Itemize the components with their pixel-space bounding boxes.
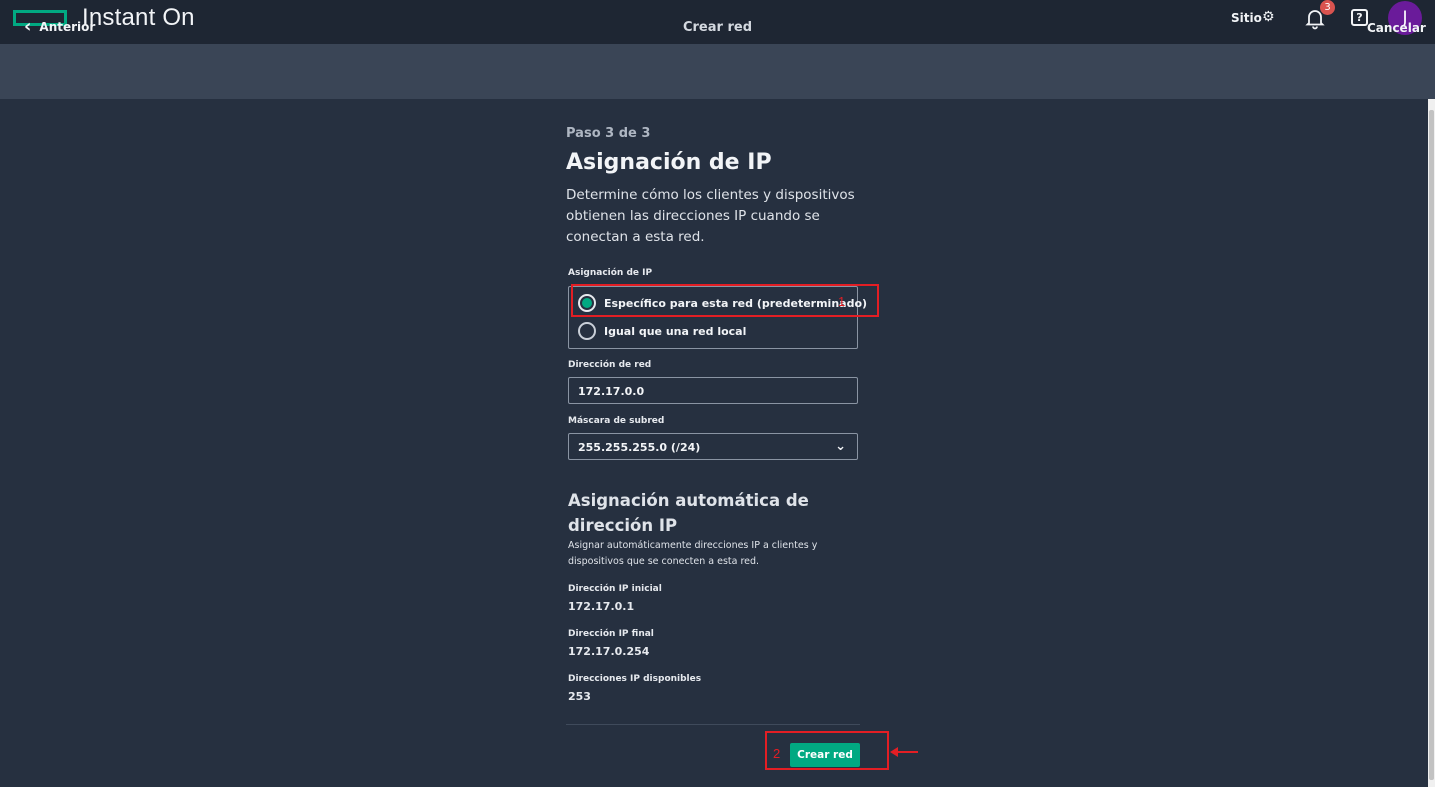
subnet-mask-label: Máscara de subred [568,416,665,426]
available-ips-value: 253 [568,690,591,703]
cancel-button[interactable]: Cancelar [1367,21,1426,35]
subnet-mask-select[interactable]: 255.255.255.0 (/24) ⌄ [568,433,858,460]
auto-assignment-title: Asignación automática de dirección IP [568,491,809,535]
annotation-number-1: 1 [838,294,846,309]
end-ip-value: 172.17.0.254 [568,645,650,658]
chevron-down-icon: ⌄ [835,439,846,454]
start-ip-value: 172.17.0.1 [568,600,635,613]
page-title: Crear red [682,20,752,35]
radio-option-local[interactable]: Igual que una red local [578,322,746,340]
start-ip-label: Dirección IP inicial [568,584,662,594]
radio-unselected-icon[interactable] [578,322,596,340]
section-description: Determine cómo los clientes y dispositiv… [566,187,855,245]
end-ip-label: Dirección IP final [568,629,654,639]
ip-assignment-label: Asignación de IP [568,268,653,278]
annotation-number-2: 2 [773,746,781,761]
section-title: Asignación de IP [566,150,772,175]
annotation-box-1 [571,284,879,317]
annotation-arrow [896,751,918,753]
annotation-box-2 [765,731,889,770]
notification-badge: 3 [1320,0,1335,15]
auto-assignment-description: Asignar automáticamente direcciones IP a… [568,540,818,567]
divider [566,724,860,725]
step-indicator: Paso 3 de 3 [566,126,651,141]
available-ips-label: Direcciones IP disponibles [568,674,702,684]
scrollbar-thumb[interactable] [1429,110,1434,780]
network-address-label: Dirección de red [568,360,652,370]
radio-option-label: Igual que una red local [604,324,747,338]
subnet-mask-value: 255.255.255.0 (/24) [578,441,701,454]
network-address-input[interactable]: 172.17.0.0 [568,377,858,404]
sub-header [0,44,1435,99]
annotation-arrow-head [890,747,898,757]
